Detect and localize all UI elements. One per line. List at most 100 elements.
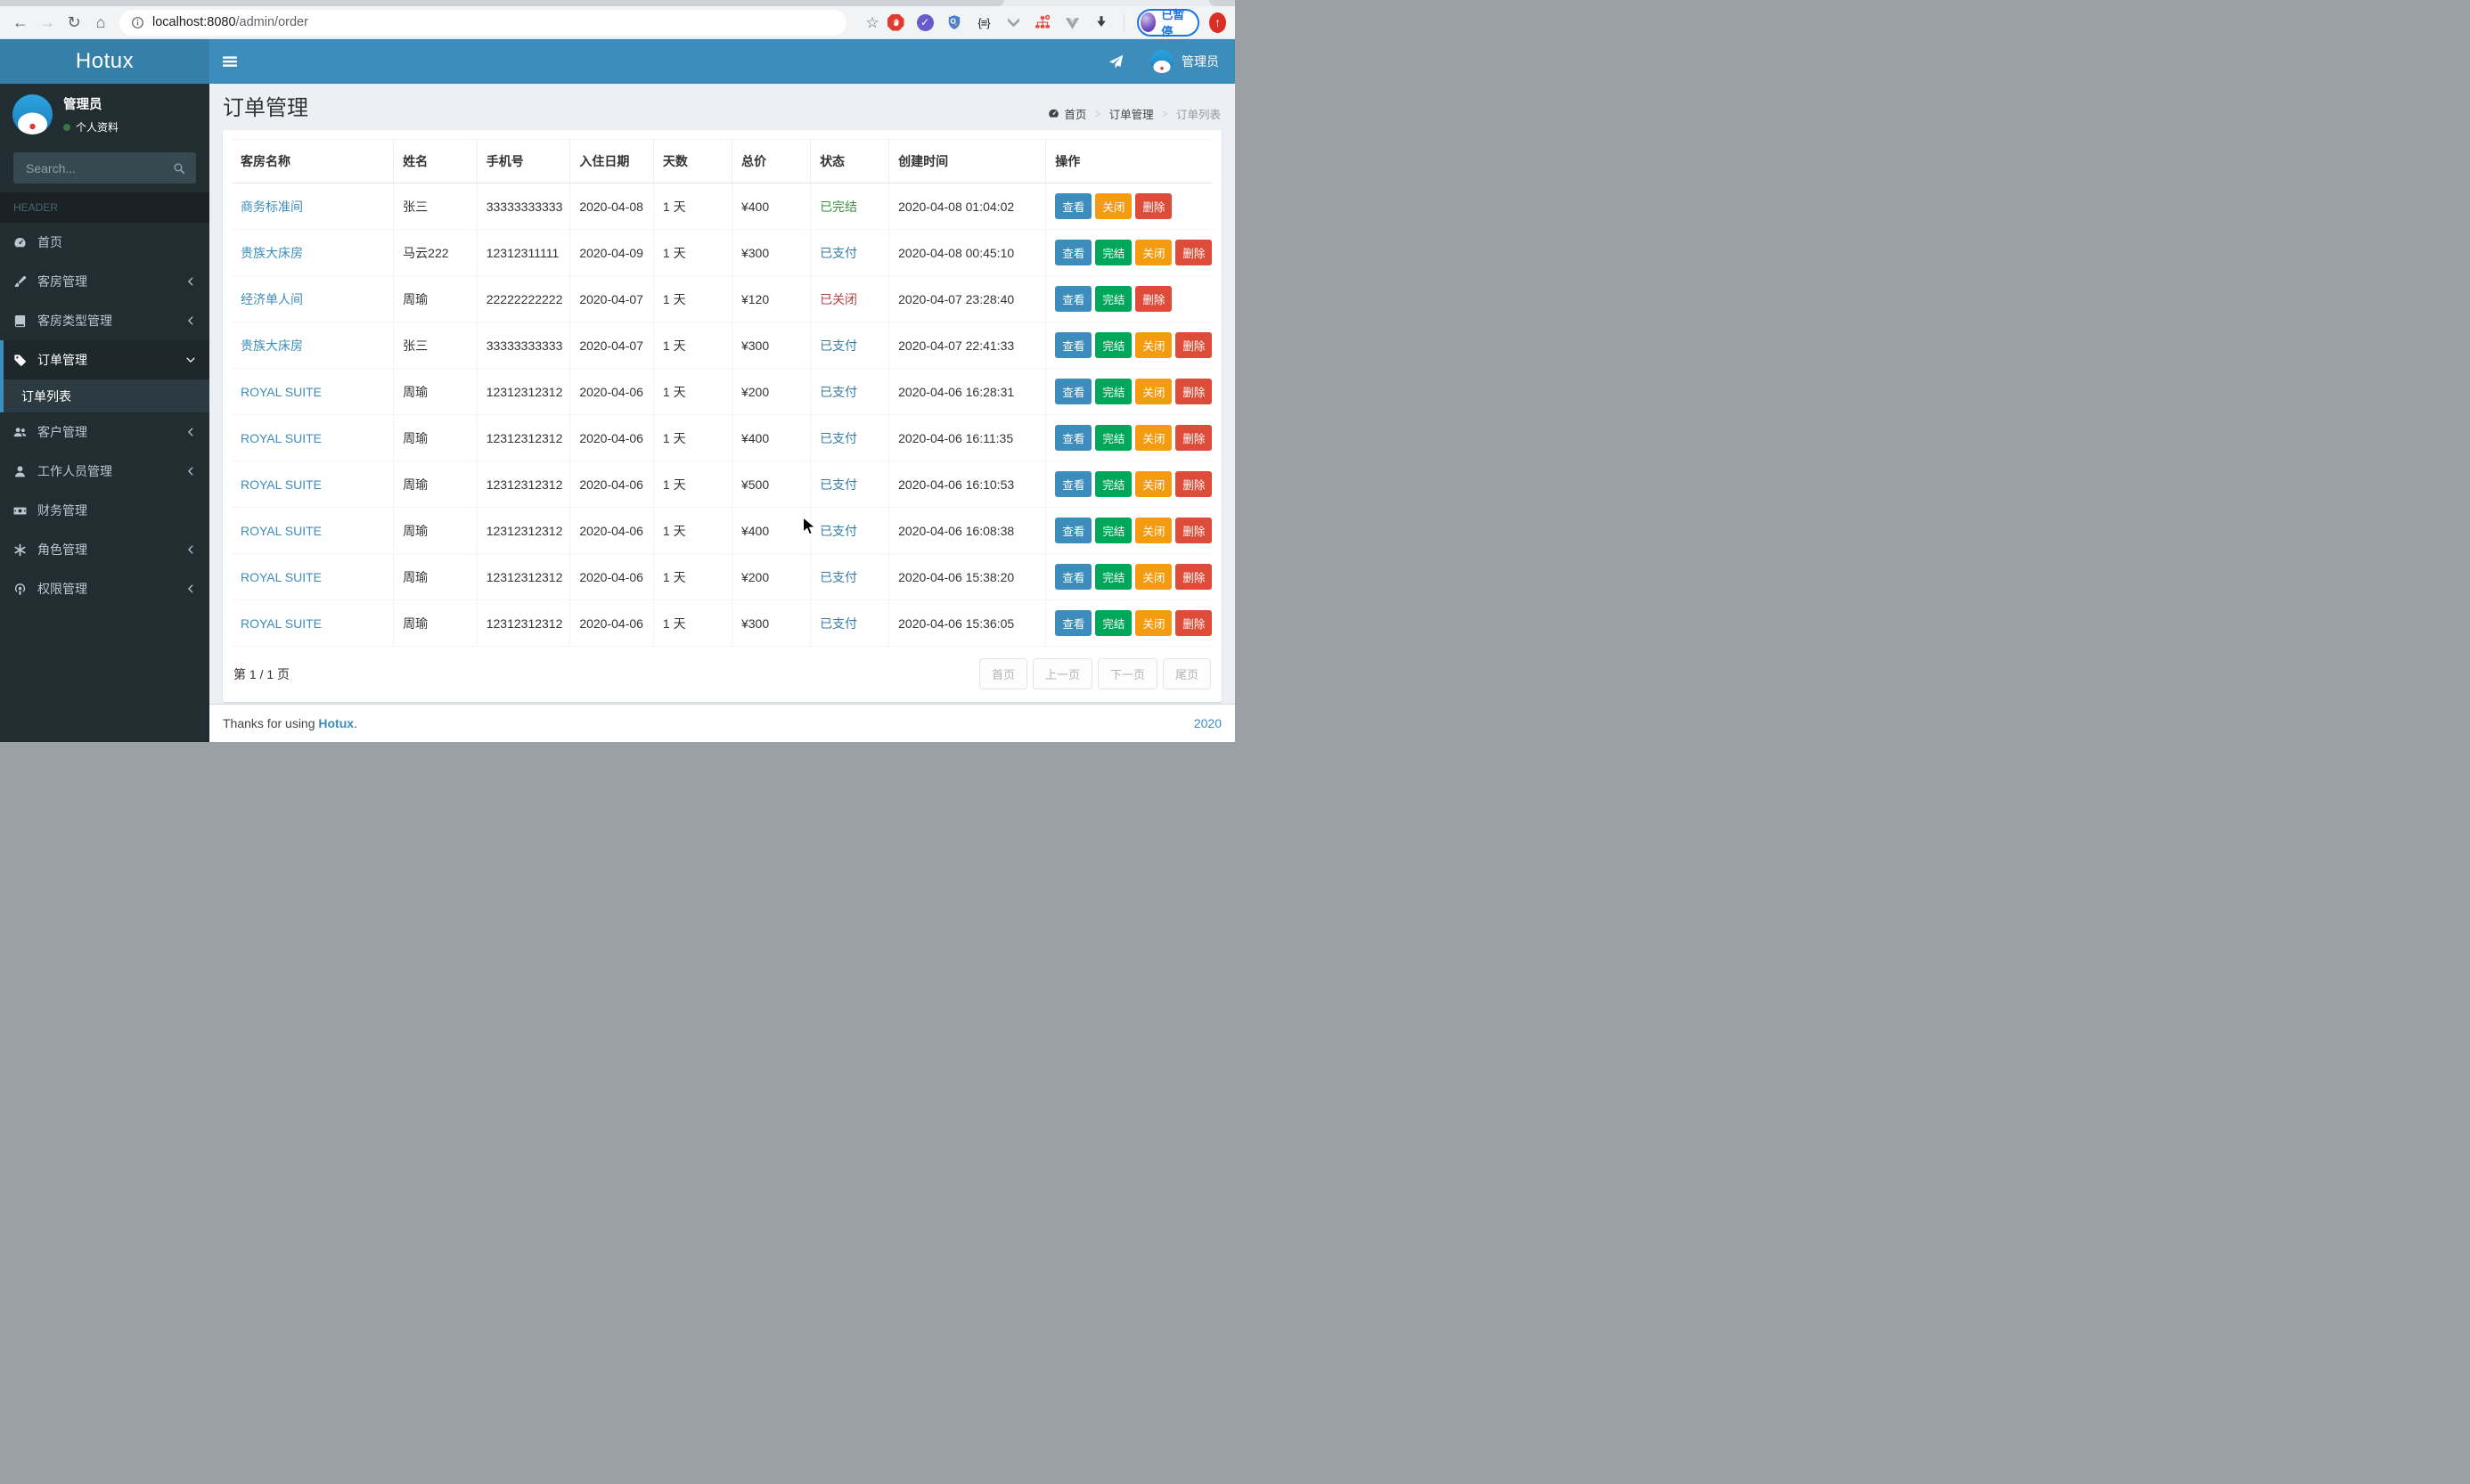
- view-button[interactable]: 查看: [1055, 471, 1092, 497]
- room-name-link[interactable]: 经济单人间: [241, 292, 303, 306]
- close-button[interactable]: 关闭: [1095, 193, 1133, 219]
- sidebar-item-room-type[interactable]: 客房类型管理: [0, 301, 209, 340]
- created-time-cell: 2020-04-08 01:04:02: [888, 183, 1047, 230]
- finish-button[interactable]: 完结: [1095, 425, 1133, 451]
- finish-button[interactable]: 完结: [1095, 332, 1133, 358]
- vue-devtools-extension-icon[interactable]: [1062, 12, 1082, 32]
- status-text: 已支付: [820, 245, 858, 260]
- sidebar-subitem-order-list[interactable]: 订单列表: [0, 379, 209, 412]
- info-icon[interactable]: [131, 16, 144, 29]
- sidebar-item-finance[interactable]: 财务管理: [0, 491, 209, 530]
- room-name-link[interactable]: 商务标准间: [241, 200, 303, 214]
- room-name-link[interactable]: ROYAL SUITE: [241, 385, 322, 399]
- sitemap-extension-icon[interactable]: [1033, 12, 1052, 32]
- finish-button[interactable]: 完结: [1095, 471, 1133, 497]
- delete-button[interactable]: 删除: [1135, 193, 1173, 219]
- delete-button[interactable]: 删除: [1175, 379, 1213, 404]
- finish-button[interactable]: 完结: [1095, 379, 1133, 404]
- room-name-link[interactable]: ROYAL SUITE: [241, 431, 322, 445]
- delete-button[interactable]: 删除: [1175, 564, 1213, 590]
- view-button[interactable]: 查看: [1055, 332, 1092, 358]
- close-button[interactable]: 关闭: [1135, 379, 1173, 404]
- finish-button[interactable]: 完结: [1095, 518, 1133, 543]
- download-icon[interactable]: [1092, 12, 1111, 32]
- status-text: 已支付: [820, 384, 858, 399]
- view-button[interactable]: 查看: [1055, 610, 1092, 636]
- delete-button[interactable]: 删除: [1175, 471, 1213, 497]
- delete-button[interactable]: 删除: [1175, 518, 1213, 543]
- close-button[interactable]: 关闭: [1135, 610, 1173, 636]
- sidebar-item-customer[interactable]: 客户管理: [0, 412, 209, 452]
- finish-button[interactable]: 完结: [1095, 286, 1133, 312]
- forward-icon[interactable]: →: [34, 14, 61, 30]
- view-button[interactable]: 查看: [1055, 379, 1092, 404]
- finish-button[interactable]: 完结: [1095, 240, 1133, 265]
- checker-extension-icon[interactable]: ✓: [915, 12, 935, 32]
- url-text[interactable]: localhost:8080/admin/order: [152, 15, 308, 29]
- phone-cell: 33333333333: [477, 322, 571, 369]
- room-name-link[interactable]: ROYAL SUITE: [241, 570, 322, 584]
- delete-button[interactable]: 删除: [1175, 332, 1213, 358]
- page-prev-button[interactable]: 上一页: [1032, 658, 1092, 689]
- room-name-link[interactable]: ROYAL SUITE: [241, 524, 322, 538]
- header-user-menu[interactable]: 管理员: [1150, 50, 1219, 73]
- finish-button[interactable]: 完结: [1095, 610, 1133, 636]
- delete-button[interactable]: 删除: [1175, 240, 1213, 265]
- brand-logo[interactable]: Hotux: [0, 39, 209, 84]
- delete-button[interactable]: 删除: [1175, 425, 1213, 451]
- close-button[interactable]: 关闭: [1135, 425, 1173, 451]
- home-icon[interactable]: ⌂: [87, 14, 114, 30]
- close-button[interactable]: 关闭: [1135, 564, 1173, 590]
- breadcrumb-order-management[interactable]: 订单管理: [1109, 105, 1154, 122]
- view-button[interactable]: 查看: [1055, 286, 1092, 312]
- shield-extension-icon[interactable]: [945, 12, 964, 32]
- delete-button[interactable]: 删除: [1135, 286, 1173, 312]
- chevron-extension-icon[interactable]: [1003, 12, 1023, 32]
- paper-plane-icon[interactable]: [1108, 54, 1124, 69]
- sidebar-toggle-button[interactable]: [209, 39, 250, 84]
- adblock-extension-icon[interactable]: [886, 12, 905, 32]
- page-last-button[interactable]: 尾页: [1162, 658, 1211, 689]
- view-button[interactable]: 查看: [1055, 193, 1092, 219]
- room-name-link[interactable]: 贵族大床房: [241, 338, 303, 353]
- close-button[interactable]: 关闭: [1135, 518, 1173, 543]
- browser-tabstrip[interactable]: [0, 0, 1235, 6]
- browser-second-tab[interactable]: [1209, 0, 1235, 6]
- sidebar-item-room[interactable]: 客房管理: [0, 262, 209, 301]
- bookmark-star-icon[interactable]: ☆: [859, 15, 886, 30]
- room-name-link[interactable]: ROYAL SUITE: [241, 616, 322, 631]
- delete-button[interactable]: 删除: [1175, 610, 1213, 636]
- sidebar-item-order[interactable]: 订单管理: [0, 340, 209, 379]
- url-bar[interactable]: localhost:8080/admin/order: [119, 9, 847, 36]
- search-button[interactable]: [166, 155, 192, 182]
- room-name-link[interactable]: ROYAL SUITE: [241, 477, 322, 492]
- page-next-button[interactable]: 下一页: [1097, 658, 1157, 689]
- sidebar-item-permission[interactable]: 权限管理: [0, 569, 209, 608]
- browser-update-button[interactable]: ↑: [1209, 12, 1226, 33]
- back-icon[interactable]: ←: [7, 14, 34, 30]
- view-button[interactable]: 查看: [1055, 564, 1092, 590]
- close-button[interactable]: 关闭: [1135, 332, 1173, 358]
- room-name-link[interactable]: 贵族大床房: [241, 246, 303, 260]
- sidebar-item-home[interactable]: 首页: [0, 223, 209, 262]
- sidebar-item-staff[interactable]: 工作人员管理: [0, 452, 209, 491]
- search-input[interactable]: [24, 159, 166, 176]
- view-button[interactable]: 查看: [1055, 518, 1092, 543]
- close-button[interactable]: 关闭: [1135, 240, 1173, 265]
- finish-button[interactable]: 完结: [1095, 564, 1133, 590]
- page-first-button[interactable]: 首页: [978, 658, 1027, 689]
- view-button[interactable]: 查看: [1055, 425, 1092, 451]
- sidebar-item-role[interactable]: 角色管理: [0, 530, 209, 569]
- browser-active-tab[interactable]: [0, 0, 1004, 6]
- close-button[interactable]: 关闭: [1135, 471, 1173, 497]
- reload-icon[interactable]: ↻: [61, 14, 87, 30]
- breadcrumb-home[interactable]: 首页: [1048, 105, 1086, 122]
- footer-brand-link[interactable]: Hotux: [318, 716, 354, 730]
- json-viewer-extension-icon[interactable]: {≡}: [974, 12, 994, 32]
- created-time-cell: 2020-04-06 16:10:53: [888, 461, 1047, 508]
- column-header: 天数: [653, 139, 732, 183]
- sidebar-profile-link[interactable]: 个人资料: [63, 119, 119, 135]
- view-button[interactable]: 查看: [1055, 240, 1092, 265]
- browser-profile-pill[interactable]: 已暂停: [1136, 8, 1200, 38]
- days-cell: 1 天: [653, 275, 732, 322]
